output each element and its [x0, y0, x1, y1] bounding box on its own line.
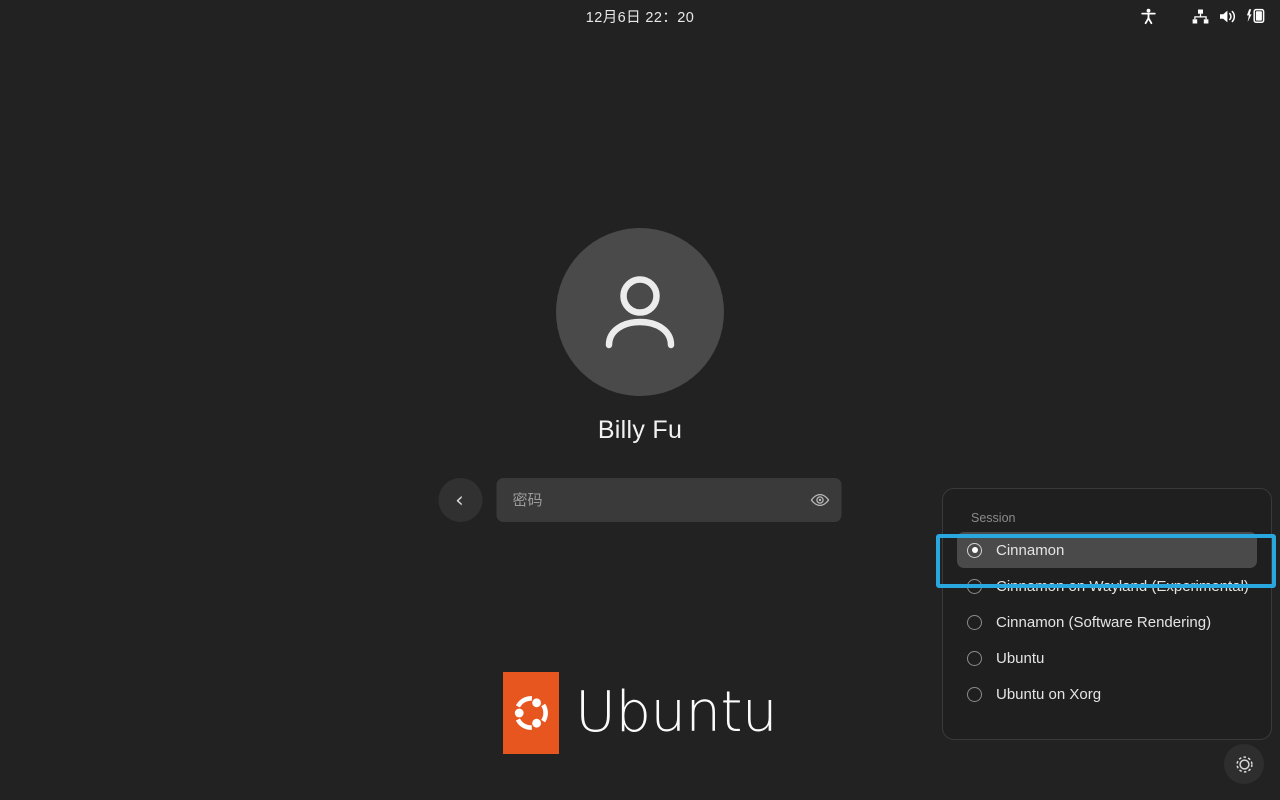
session-option-label: Ubuntu [996, 650, 1044, 667]
battery-icon[interactable] [1242, 0, 1270, 32]
login-screen: 12月6日 22：20 [0, 0, 1280, 800]
session-list: Cinnamon Cinnamon on Wayland (Experiment… [943, 532, 1271, 712]
radio-icon [967, 651, 982, 666]
session-option-ubuntu-xorg[interactable]: Ubuntu on Xorg [957, 676, 1257, 712]
accessibility-icon[interactable] [1134, 0, 1162, 32]
system-tray [1134, 0, 1270, 32]
radio-icon [967, 543, 982, 558]
volume-icon[interactable] [1214, 0, 1242, 32]
session-option-label: Cinnamon (Software Rendering) [996, 614, 1211, 631]
ubuntu-circle-of-friends-icon [503, 672, 559, 754]
session-option-ubuntu[interactable]: Ubuntu [957, 640, 1257, 676]
network-icon[interactable] [1186, 0, 1214, 32]
session-option-label: Ubuntu on Xorg [996, 686, 1101, 703]
radio-icon [967, 579, 982, 594]
username-label: Billy Fu [0, 416, 1280, 445]
radio-icon [967, 687, 982, 702]
session-panel-title: Session [943, 511, 1271, 525]
settings-button[interactable] [1224, 744, 1264, 784]
session-option-cinnamon-software-rendering[interactable]: Cinnamon (Software Rendering) [957, 604, 1257, 640]
avatar [556, 228, 724, 396]
back-button[interactable]: ‹ [439, 478, 483, 522]
reveal-password-icon[interactable] [806, 486, 834, 514]
top-bar: 12月6日 22：20 [0, 0, 1280, 32]
session-panel: Session Cinnamon Cinnamon on Wayland (Ex… [942, 488, 1272, 740]
clock: 12月6日 22：20 [586, 6, 694, 27]
session-option-label: Cinnamon on Wayland (Experimental) [996, 578, 1249, 595]
radio-icon [967, 615, 982, 630]
session-option-label: Cinnamon [996, 542, 1064, 559]
ubuntu-logo: Ubuntu [503, 672, 777, 754]
password-field-wrapper [497, 478, 842, 522]
password-row: ‹ [439, 478, 842, 522]
ubuntu-wordmark: Ubuntu [575, 685, 777, 741]
gear-icon [1235, 755, 1254, 774]
tray-spacer [1162, 16, 1186, 17]
chevron-left-icon: ‹ [455, 490, 463, 511]
session-option-cinnamon[interactable]: Cinnamon [957, 532, 1257, 568]
password-input[interactable] [497, 478, 842, 522]
session-option-cinnamon-wayland[interactable]: Cinnamon on Wayland (Experimental) [957, 568, 1257, 604]
